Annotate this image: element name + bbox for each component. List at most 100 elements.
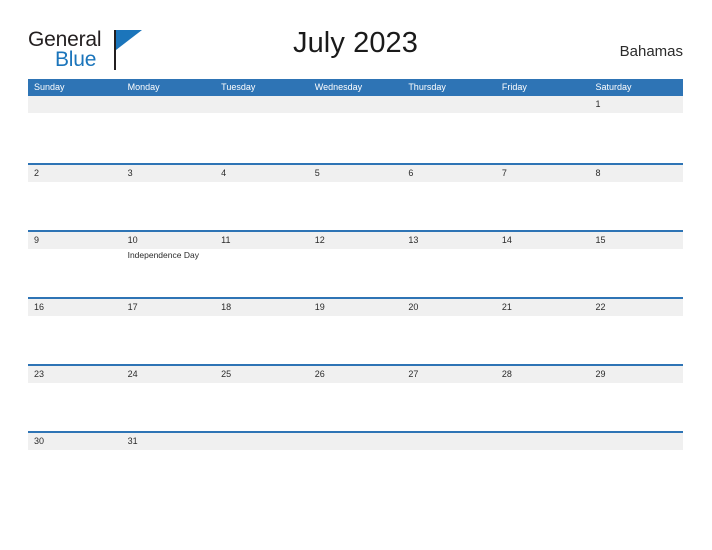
calendar-day-cell[interactable]: 15 <box>589 232 684 297</box>
calendar-day-cell[interactable]: 19 <box>308 299 403 364</box>
day-number-band <box>121 96 216 113</box>
calendar-day-cell[interactable]: 9 <box>28 232 122 297</box>
day-number: 22 <box>595 302 606 312</box>
calendar-day-cell-empty <box>495 433 590 498</box>
day-number: 16 <box>34 302 45 312</box>
weekday-thursday: Thursday <box>408 82 446 92</box>
calendar-day-cell[interactable]: 24 <box>121 366 216 431</box>
calendar-day-cell[interactable]: 4 <box>215 165 309 230</box>
day-number-band <box>495 433 590 450</box>
day-number: 13 <box>408 235 419 245</box>
day-number: 5 <box>314 168 320 178</box>
calendar-day-cell-empty <box>308 96 403 163</box>
day-number-band <box>589 96 684 113</box>
day-number-band <box>495 165 590 182</box>
calendar-day-cell[interactable]: 1 <box>589 96 684 163</box>
calendar-day-cell[interactable]: 31 <box>121 433 216 498</box>
day-number: 19 <box>314 302 325 312</box>
day-number-band <box>215 433 309 450</box>
calendar-day-cell-empty <box>121 96 216 163</box>
calendar-day-cell[interactable]: 20 <box>402 299 496 364</box>
calendar-day-cell[interactable]: 21 <box>495 299 590 364</box>
day-number-band <box>402 165 496 182</box>
day-number: 10 <box>127 235 138 245</box>
calendar-week-row: 2 3 4 5 6 7 8 <box>28 163 684 230</box>
day-number-band <box>402 96 496 113</box>
weekday-tuesday: Tuesday <box>221 82 256 92</box>
calendar-day-cell[interactable]: 8 <box>589 165 684 230</box>
calendar-day-cell-empty <box>215 96 309 163</box>
day-number: 14 <box>501 235 512 245</box>
day-number-band <box>28 165 122 182</box>
calendar-day-cell[interactable]: 2 <box>28 165 122 230</box>
day-number: 7 <box>501 168 507 178</box>
day-number: 8 <box>595 168 601 178</box>
calendar-day-cell-empty <box>402 433 496 498</box>
calendar-day-cell[interactable]: 12 <box>308 232 403 297</box>
day-number-band <box>495 96 590 113</box>
day-number: 30 <box>34 436 45 446</box>
calendar-day-cell-empty <box>402 96 496 163</box>
day-number: 18 <box>221 302 232 312</box>
calendar-day-cell[interactable]: 5 <box>308 165 403 230</box>
calendar-day-cell-empty <box>495 96 590 163</box>
calendar-week-row: 16 17 18 19 20 21 22 <box>28 297 684 364</box>
day-number: 26 <box>314 369 325 379</box>
calendar-day-cell[interactable]: 14 <box>495 232 590 297</box>
calendar-day-cell[interactable]: 28 <box>495 366 590 431</box>
calendar-day-cell[interactable]: 23 <box>28 366 122 431</box>
day-number-band <box>215 96 309 113</box>
calendar-day-cell[interactable]: 22 <box>589 299 684 364</box>
calendar-day-cell[interactable]: 25 <box>215 366 309 431</box>
calendar-day-cell[interactable]: 29 <box>589 366 684 431</box>
day-number: 20 <box>408 302 419 312</box>
holiday-label: Independence Day <box>127 250 199 260</box>
calendar-day-cell[interactable]: 27 <box>402 366 496 431</box>
calendar-day-cell[interactable]: 13 <box>402 232 496 297</box>
day-number-band <box>28 232 122 249</box>
day-number-band <box>28 96 122 113</box>
calendar-grid: Sunday Monday Tuesday Wednesday Thursday… <box>28 79 684 498</box>
calendar-day-cell[interactable]: 16 <box>28 299 122 364</box>
calendar-week-row: 23 24 25 26 27 28 29 <box>28 364 684 431</box>
calendar-day-cell[interactable]: 11 <box>215 232 309 297</box>
day-number-band <box>121 165 216 182</box>
calendar-day-cell[interactable]: 30 <box>28 433 122 498</box>
day-number: 24 <box>127 369 138 379</box>
day-number: 2 <box>34 168 40 178</box>
calendar-day-cell[interactable]: 7 <box>495 165 590 230</box>
day-number-band <box>402 433 496 450</box>
day-number: 21 <box>501 302 512 312</box>
weekday-friday: Friday <box>501 82 527 92</box>
day-number-band <box>589 433 684 450</box>
day-number-band <box>215 165 309 182</box>
day-number: 31 <box>127 436 138 446</box>
day-number: 25 <box>221 369 232 379</box>
calendar-day-cell-empty <box>215 433 309 498</box>
day-number: 28 <box>501 369 512 379</box>
page-masthead: General Blue July 2023 Bahamas <box>28 22 683 72</box>
calendar-day-cell[interactable]: 10 Independence Day <box>121 232 216 297</box>
calendar-day-cell[interactable]: 3 <box>121 165 216 230</box>
calendar-week-row: 30 31 <box>28 431 684 498</box>
day-number: 27 <box>408 369 419 379</box>
day-number: 4 <box>221 168 227 178</box>
day-number: 11 <box>221 235 231 245</box>
day-number: 17 <box>127 302 138 312</box>
calendar-day-cell[interactable]: 6 <box>402 165 496 230</box>
calendar-day-cell[interactable]: 17 <box>121 299 216 364</box>
day-number: 9 <box>34 235 40 245</box>
calendar-day-cell[interactable]: 18 <box>215 299 309 364</box>
day-number: 6 <box>408 168 414 178</box>
calendar-day-cell[interactable]: 26 <box>308 366 403 431</box>
calendar-day-cell-empty <box>28 96 122 163</box>
calendar-day-cell-empty <box>308 433 403 498</box>
calendar-week-row: 9 10 Independence Day 11 12 13 14 15 <box>28 230 684 297</box>
day-number-band <box>308 96 403 113</box>
weekday-saturday: Saturday <box>595 82 632 92</box>
day-number: 1 <box>595 99 601 109</box>
day-number: 15 <box>595 235 606 245</box>
calendar-day-cell-empty <box>589 433 684 498</box>
calendar-page: General Blue July 2023 Bahamas Sunday Mo… <box>0 0 712 550</box>
day-number: 12 <box>314 235 325 245</box>
